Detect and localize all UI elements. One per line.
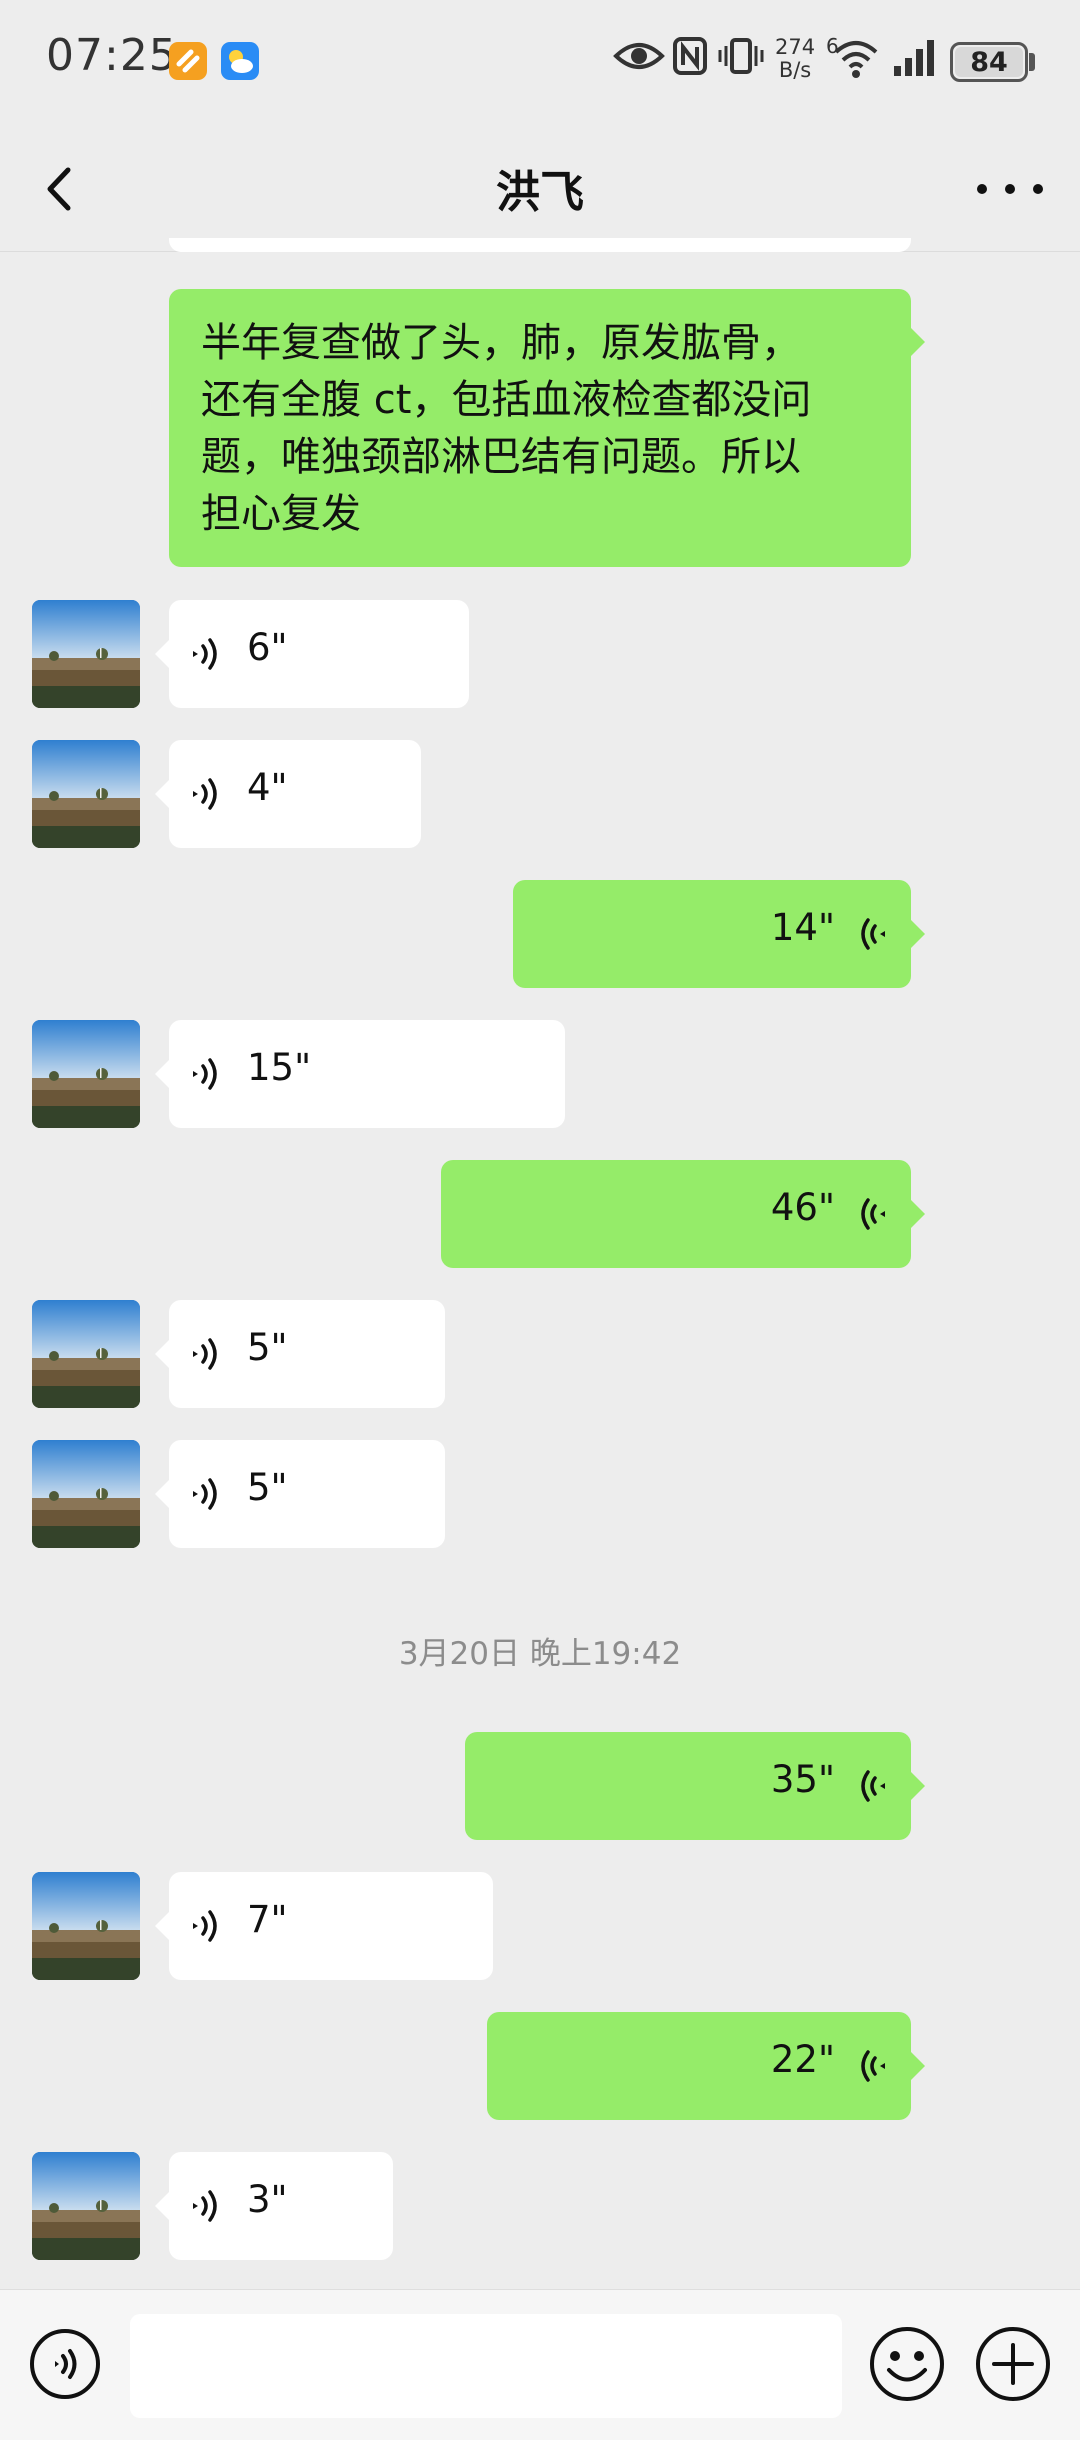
voice-wave-icon bbox=[853, 2044, 889, 2088]
voice-duration: 35" bbox=[770, 1758, 835, 1801]
voice-wave-icon bbox=[189, 1904, 225, 1948]
outgoing-voice-message[interactable]: 14" bbox=[513, 880, 925, 988]
incoming-voice-message[interactable]: 7" bbox=[155, 1872, 493, 1980]
contact-avatar[interactable] bbox=[32, 740, 140, 848]
voice-wave-icon bbox=[189, 2184, 225, 2228]
signal-icon bbox=[894, 40, 934, 76]
voice-wave-icon bbox=[189, 772, 225, 816]
message-line: 担心复发 bbox=[201, 491, 361, 537]
contact-avatar[interactable] bbox=[32, 1300, 140, 1408]
voice-wave-icon bbox=[189, 1052, 225, 1096]
message-line: 题，唯独颈部淋巴结有问题。所以 bbox=[201, 434, 801, 480]
voice-duration: 5" bbox=[247, 1466, 288, 1509]
voice-duration: 7" bbox=[247, 1898, 288, 1941]
voice-wave-icon bbox=[189, 1332, 225, 1376]
network-speed-unit: B/s bbox=[778, 58, 812, 82]
network-speed: 274 B/s bbox=[775, 36, 815, 82]
voice-wave-icon bbox=[853, 912, 889, 956]
message-timestamp: 3月20日 晚上19:42 bbox=[398, 1636, 682, 1672]
voice-duration: 46" bbox=[770, 1186, 835, 1229]
battery-tip bbox=[1029, 53, 1035, 71]
voice-duration: 4" bbox=[247, 766, 288, 809]
chat-title: 洪飞 bbox=[496, 167, 584, 218]
outgoing-voice-message[interactable]: 35" bbox=[465, 1732, 925, 1840]
incoming-voice-message[interactable]: 5" bbox=[155, 1440, 445, 1548]
emoji-icon[interactable] bbox=[868, 2325, 946, 2403]
incoming-voice-message[interactable]: 5" bbox=[155, 1300, 445, 1408]
outgoing-voice-message[interactable]: 22" bbox=[487, 2012, 925, 2120]
chat-header: 洪飞 bbox=[0, 124, 1080, 252]
voice-duration: 6" bbox=[247, 626, 288, 669]
voice-duration: 14" bbox=[770, 906, 835, 949]
previous-bubble-edge bbox=[169, 238, 911, 252]
incoming-voice-message[interactable]: 4" bbox=[155, 740, 421, 848]
plus-icon[interactable] bbox=[974, 2325, 1052, 2403]
weather-app-icon bbox=[221, 42, 259, 80]
nfc-icon bbox=[673, 37, 707, 75]
voice-wave-icon bbox=[189, 632, 225, 676]
contact-avatar[interactable] bbox=[32, 600, 140, 708]
incoming-voice-message[interactable]: 6" bbox=[155, 600, 469, 708]
message-line: 半年复查做了头，肺，原发肱骨， bbox=[201, 320, 801, 366]
network-speed-value: 274 bbox=[775, 35, 816, 59]
battery-percent: 84 bbox=[970, 47, 1008, 78]
incoming-voice-message[interactable]: 3" bbox=[155, 2152, 393, 2260]
voice-wave-icon bbox=[853, 1192, 889, 1236]
contact-avatar[interactable] bbox=[32, 1020, 140, 1128]
voice-duration: 5" bbox=[247, 1326, 288, 1369]
outgoing-text-message[interactable]: 半年复查做了头，肺，原发肱骨， 还有全腹 ct，包括血液检查都没问 题，唯独颈部… bbox=[169, 289, 925, 567]
contact-avatar[interactable] bbox=[32, 2152, 140, 2260]
message-line: 还有全腹 ct，包括血液检查都没问 bbox=[201, 377, 812, 423]
eye-icon bbox=[613, 43, 665, 69]
message-input[interactable] bbox=[130, 2314, 842, 2418]
app-notification-icon bbox=[169, 42, 207, 80]
vibrate-icon bbox=[718, 38, 764, 74]
voice-wave-icon bbox=[189, 1472, 225, 1516]
voice-duration: 3" bbox=[247, 2178, 288, 2221]
incoming-voice-message[interactable]: 15" bbox=[155, 1020, 565, 1128]
contact-avatar[interactable] bbox=[32, 1872, 140, 1980]
more-dots-icon[interactable] bbox=[968, 154, 1052, 224]
voice-wave-icon bbox=[853, 1764, 889, 1808]
input-bar bbox=[0, 2289, 1080, 2440]
status-bar: 07:25 274 B/s 6 84 bbox=[0, 0, 1080, 124]
wifi-icon bbox=[834, 41, 878, 78]
voice-duration: 15" bbox=[247, 1046, 312, 1089]
voice-duration: 22" bbox=[770, 2038, 835, 2081]
outgoing-voice-message[interactable]: 46" bbox=[441, 1160, 925, 1268]
status-time: 07:25 bbox=[46, 30, 178, 81]
contact-avatar[interactable] bbox=[32, 1440, 140, 1548]
voice-input-icon[interactable] bbox=[28, 2327, 102, 2401]
